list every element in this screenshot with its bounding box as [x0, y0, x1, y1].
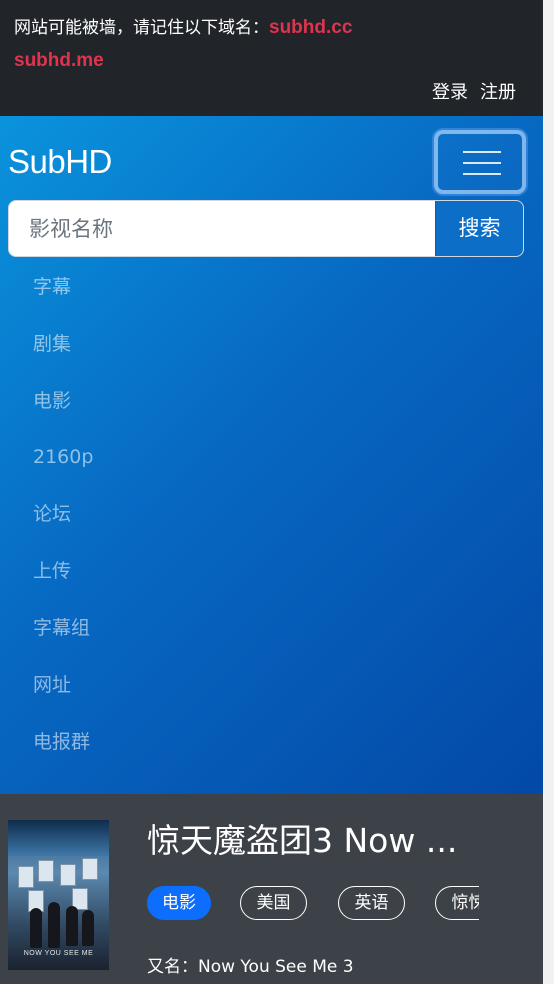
login-link[interactable]: 登录	[432, 82, 468, 103]
register-link[interactable]: 注册	[480, 82, 516, 103]
notice-message-line: 网站可能被墙，请记住以下域名：subhd.cc	[14, 17, 352, 39]
poster-figure	[82, 910, 94, 946]
nav-item-urls[interactable]: 网址	[33, 672, 71, 698]
nav-item-upload[interactable]: 上传	[33, 558, 71, 584]
nav-item-2160p[interactable]: 2160p	[33, 444, 93, 470]
hamburger-menu-icon	[463, 151, 501, 153]
poster-sky	[8, 820, 109, 856]
movie-tags: 电影 美国 英语 惊悚	[147, 886, 479, 922]
movie-aka: 又名：Now You See Me 3	[147, 957, 354, 977]
page-scrollbar[interactable]	[542, 0, 554, 984]
poster-title-text: NOW YOU SEE ME	[23, 950, 94, 957]
page: 网站可能被墙，请记住以下域名：subhd.cc subhd.me 登录 注册 Su…	[0, 0, 543, 984]
hamburger-bar	[463, 173, 501, 175]
tag-language[interactable]: 英语	[338, 886, 405, 920]
search-button[interactable]: 搜索	[435, 201, 523, 256]
poster-figure	[48, 902, 60, 948]
nav-item-forum[interactable]: 论坛	[33, 501, 71, 527]
poster-card	[18, 866, 34, 888]
nav-item-telegram[interactable]: 电报群	[33, 729, 90, 755]
tag-type[interactable]: 电影	[147, 886, 211, 920]
poster-card	[60, 864, 76, 886]
nav-item-series[interactable]: 剧集	[33, 331, 71, 357]
movie-poster[interactable]: NOW YOU SEE ME	[8, 820, 109, 970]
movie-card: NOW YOU SEE ME 惊天魔盗团3 Now ... 电影 美国 英语 惊…	[0, 794, 543, 984]
poster-card	[82, 858, 98, 880]
main-navbar: SubHD 搜索 字幕 剧集 电影 2160p 论坛 上传 字幕组 网址 电报群	[0, 116, 543, 794]
auth-links: 登录 注册	[420, 82, 516, 104]
tag-country[interactable]: 美国	[240, 886, 307, 920]
nav-item-groups[interactable]: 字幕组	[33, 615, 90, 641]
domain-secondary: subhd.me	[14, 50, 104, 71]
search-input[interactable]	[9, 201, 437, 256]
search-form: 搜索	[8, 200, 524, 257]
notice-message: 网站可能被墙，请记住以下域名：	[14, 18, 269, 38]
nav-item-subtitles[interactable]: 字幕	[33, 274, 71, 300]
nav-item-movies[interactable]: 电影	[33, 388, 71, 414]
navbar-toggler-button[interactable]	[434, 130, 526, 194]
hamburger-bar	[463, 162, 501, 164]
tag-genre[interactable]: 惊悚	[435, 886, 479, 920]
poster-figure	[30, 908, 42, 948]
domain-primary: subhd.cc	[269, 17, 353, 38]
site-brand[interactable]: SubHD	[8, 142, 112, 182]
poster-card	[38, 860, 54, 882]
movie-title[interactable]: 惊天魔盗团3 Now ...	[147, 821, 477, 861]
poster-figure	[66, 906, 78, 946]
domain-notice-bar: 网站可能被墙，请记住以下域名：subhd.cc subhd.me 登录 注册	[0, 0, 543, 116]
